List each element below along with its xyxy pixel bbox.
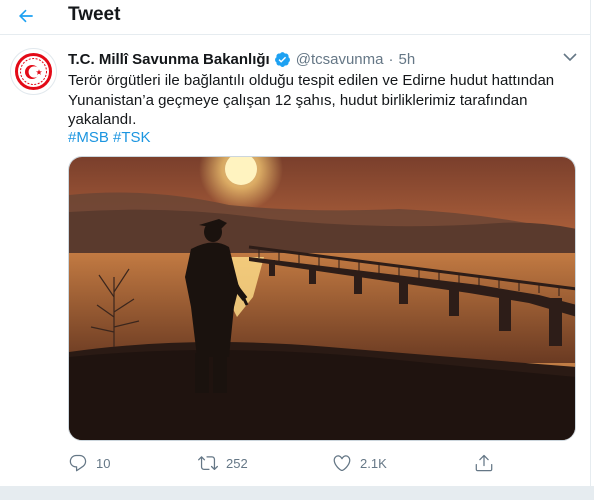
verified-badge-icon (274, 51, 290, 67)
timestamp[interactable]: 5h (398, 51, 415, 68)
tweet-header: T.C. Millî Savunma Bakanlığı @tcsavunma … (68, 50, 415, 68)
sunset-bridge-photo (69, 157, 575, 440)
bottom-divider (0, 486, 594, 500)
page-title: Tweet (68, 4, 121, 25)
reply-icon (69, 454, 87, 472)
retweet-count: 252 (226, 455, 248, 471)
hashtag-link[interactable]: #MSB (68, 129, 109, 146)
share-button[interactable] (474, 452, 494, 474)
retweet-button[interactable]: 252 (198, 452, 248, 474)
top-bar: Tweet (0, 0, 590, 35)
share-icon (475, 454, 493, 472)
chevron-down-icon (563, 53, 577, 62)
like-button[interactable]: 2.1K (332, 452, 387, 474)
reply-button[interactable]: 10 (68, 452, 110, 474)
handle[interactable]: @tcsavunma (296, 51, 384, 68)
hashtags: #MSB #TSK (68, 128, 151, 148)
hashtag-link[interactable]: #TSK (113, 129, 151, 146)
tweet-actions: 10 252 2.1K (68, 452, 568, 474)
tweet-text-line: yakalandı. (68, 111, 137, 128)
like-count: 2.1K (360, 455, 387, 471)
more-options-button[interactable] (561, 50, 579, 64)
retweet-icon (198, 456, 218, 471)
tweet-text-line: Yunanistan’a geçmeye çalışan 12 şahıs, h… (68, 91, 528, 109)
like-icon (333, 455, 351, 472)
ministry-emblem-icon (15, 53, 52, 90)
back-button[interactable] (12, 2, 40, 30)
separator-dot: · (388, 50, 394, 68)
tweet-page: Tweet T.C. Millî Savunma Bakanlığı @tcsa… (0, 0, 591, 500)
back-arrow-icon (19, 9, 33, 23)
avatar[interactable] (10, 48, 57, 95)
display-name[interactable]: T.C. Millî Savunma Bakanlığı (68, 51, 270, 68)
tweet-text-line: Terör örgütleri ile bağlantılı olduğu te… (68, 72, 555, 89)
tweet-text: Terör örgütleri ile bağlantılı olduğu te… (68, 71, 568, 130)
reply-count: 10 (96, 455, 111, 471)
tweet-photo[interactable] (68, 156, 576, 441)
